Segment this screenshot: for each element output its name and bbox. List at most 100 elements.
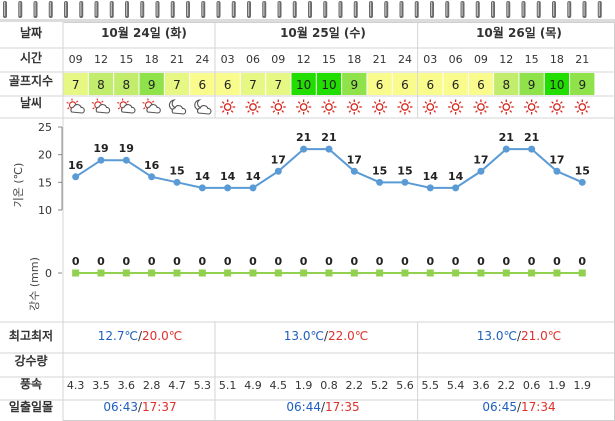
golf-index-value: 6 xyxy=(477,78,485,92)
binder-ring xyxy=(277,1,282,18)
golf-index-value: 7 xyxy=(249,78,257,92)
temp-point xyxy=(224,184,232,192)
min-temp: 12.7℃ xyxy=(98,329,138,343)
min-max-temp: 13.0℃/21.0℃ xyxy=(477,329,561,343)
time-cell: 18 xyxy=(347,53,361,66)
max-temp: 21.0℃ xyxy=(521,329,561,343)
golf-index-value: 8 xyxy=(97,78,105,92)
temp-point xyxy=(376,178,384,186)
wind-speed-cell: 3.5 xyxy=(92,379,110,392)
rain-point xyxy=(122,269,130,277)
golf-index-value: 9 xyxy=(528,78,536,92)
time-cell: 09 xyxy=(271,53,285,66)
min-temp: 13.0℃ xyxy=(284,329,324,343)
temp-data-label: 19 xyxy=(93,142,108,155)
golf-index-value: 6 xyxy=(426,78,434,92)
temp-point xyxy=(401,178,409,186)
binder-ring xyxy=(64,1,68,18)
temp-tick-label: 25 xyxy=(38,121,52,134)
temp-data-label: 17 xyxy=(473,153,488,166)
wind-speed-cell: 5.5 xyxy=(422,379,440,392)
rain-point xyxy=(148,269,156,277)
binder-ring xyxy=(125,1,129,18)
row-label-sun: 일출일몰 xyxy=(9,399,53,414)
temp-data-label: 15 xyxy=(372,164,387,177)
time-cell: 12 xyxy=(499,53,513,66)
binder-ring xyxy=(3,1,7,18)
binder-ring xyxy=(216,1,221,18)
day-header: 10월 24일 (화) xyxy=(101,25,187,40)
rain-point xyxy=(249,269,257,277)
binder-ring xyxy=(399,1,404,18)
temp-data-label: 19 xyxy=(119,142,134,155)
golf-index-value: 8 xyxy=(123,78,131,92)
temp-point xyxy=(122,156,130,164)
time-cell: 21 xyxy=(373,53,387,66)
rain-data-label: 0 xyxy=(502,255,510,268)
sunset: 17:37 xyxy=(142,400,177,414)
wind-speed-cell: 4.3 xyxy=(67,379,85,392)
binder-ring xyxy=(247,1,251,18)
wind-speed-cell: 2.2 xyxy=(498,379,516,392)
time-cell: 06 xyxy=(246,53,260,66)
temp-axis-title: 기온 (℃) xyxy=(12,163,25,208)
temp-point xyxy=(173,178,181,186)
time-cell: 18 xyxy=(145,53,159,66)
temp-point xyxy=(502,145,510,153)
row-label-golf-index: 골프지수 xyxy=(9,73,53,88)
golf-index-value: 7 xyxy=(173,78,181,92)
temp-data-label: 17 xyxy=(347,153,362,166)
golf-index-value: 7 xyxy=(72,78,80,92)
binder-ring xyxy=(79,1,84,18)
golf-index-value: 9 xyxy=(578,78,586,92)
time-cell: 03 xyxy=(423,53,437,66)
rain-data-label: 0 xyxy=(300,255,308,268)
rain-point xyxy=(72,269,80,277)
rain-point xyxy=(401,269,409,277)
binder-ring xyxy=(231,1,236,18)
temp-point xyxy=(578,178,586,186)
temp-data-label: 14 xyxy=(245,170,261,183)
time-cell: 24 xyxy=(195,53,209,66)
sunrise-sunset: 06:45/17:34 xyxy=(482,400,555,414)
wind-speed-cell: 5.3 xyxy=(194,379,212,392)
temp-data-label: 21 xyxy=(499,131,514,144)
temp-point xyxy=(72,173,80,181)
rain-data-label: 0 xyxy=(350,255,358,268)
max-temp: 22.0℃ xyxy=(328,329,368,343)
temp-tick-label: 20 xyxy=(38,149,52,162)
temp-data-label: 14 xyxy=(220,170,236,183)
time-cell: 18 xyxy=(550,53,564,66)
binder-ring xyxy=(597,1,602,18)
golf-index-value: 8 xyxy=(502,78,510,92)
binder-rings xyxy=(0,1,615,22)
min-temp: 13.0℃ xyxy=(477,329,517,343)
rain-data-label: 0 xyxy=(325,255,333,268)
wind-speed-cell: 5.2 xyxy=(371,379,389,392)
sunrise: 06:45 xyxy=(482,400,517,414)
time-cell: 24 xyxy=(398,53,412,66)
rain-point xyxy=(452,269,460,277)
binder-ring xyxy=(552,1,556,18)
wind-speed-cell: 5.6 xyxy=(396,379,414,392)
rain-data-label: 0 xyxy=(477,255,485,268)
wind-speed-cell: 5.4 xyxy=(447,379,465,392)
temp-point xyxy=(477,167,485,175)
rain-data-label: 0 xyxy=(72,255,80,268)
wind-speed-cell: 1.9 xyxy=(574,379,592,392)
temp-point xyxy=(249,184,257,192)
temp-point xyxy=(97,156,105,164)
rain-point xyxy=(173,269,181,277)
row-label-wind: 풍속 xyxy=(20,377,42,391)
golf-index-value: 9 xyxy=(350,78,358,92)
rain-data-label: 0 xyxy=(376,255,384,268)
wind-speed-cell: 4.7 xyxy=(168,379,186,392)
day-header: 10월 26일 (목) xyxy=(476,25,562,40)
binder-ring xyxy=(155,1,160,18)
sunrise-sunset: 06:44/17:35 xyxy=(286,400,359,414)
binder-ring xyxy=(567,1,572,18)
rain-data-label: 0 xyxy=(224,255,232,268)
rain-point xyxy=(578,269,586,277)
rain-point xyxy=(376,269,384,277)
time-cell: 21 xyxy=(170,53,184,66)
